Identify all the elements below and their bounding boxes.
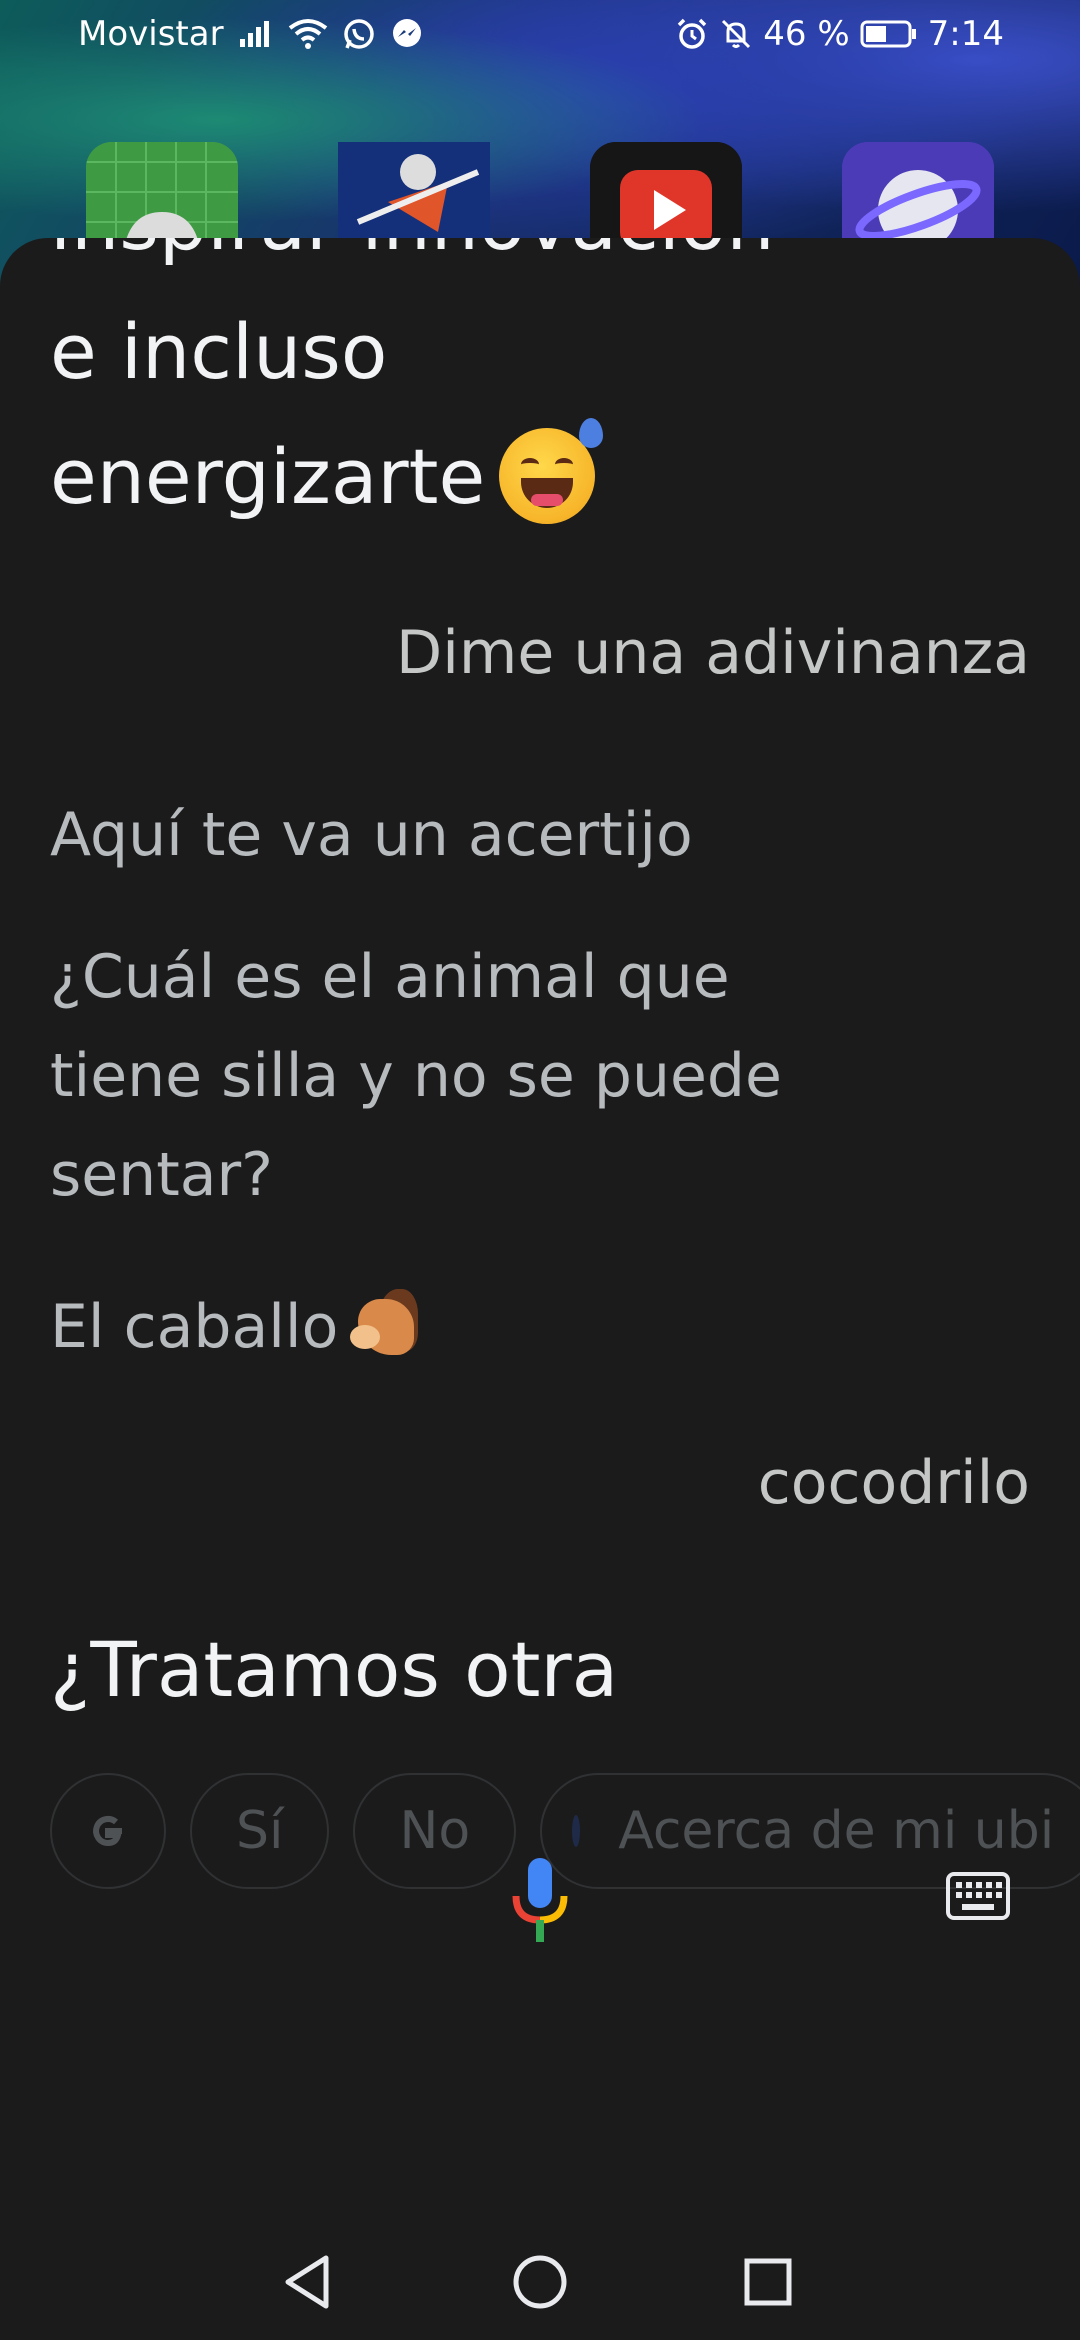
- google-icon: [93, 1816, 122, 1847]
- location-chip-label: Acerca de mi ubi: [618, 1801, 1055, 1861]
- assistant-message-line: energizarte: [50, 418, 604, 530]
- signal-icon: [238, 19, 274, 49]
- assistant-message-line: e incluso: [50, 307, 388, 396]
- assistant-riddle: ¿Cuál es el animal que tiene silla y no …: [50, 942, 782, 1210]
- whatsapp-icon: [342, 17, 376, 51]
- status-bar: Movistar 46 % 7:14: [0, 0, 1080, 72]
- battery-percent: 46 %: [763, 14, 850, 54]
- assistant-message-cutoff: inspirar innovación: [50, 238, 775, 267]
- yes-chip[interactable]: Sí: [190, 1773, 330, 1889]
- home-app-icons: [0, 142, 1080, 272]
- microphone-icon[interactable]: [512, 1858, 568, 1944]
- back-triangle-icon: [285, 2255, 329, 2309]
- carrier-name: Movistar: [78, 14, 224, 54]
- horse-emoji-icon: [348, 1285, 426, 1359]
- recents-button[interactable]: [728, 2242, 808, 2322]
- recents-square-icon: [744, 2258, 792, 2306]
- notifications-off-icon: [719, 17, 753, 51]
- no-chip[interactable]: No: [353, 1773, 517, 1889]
- assistant-followup: ¿Tratamos otra: [50, 1625, 619, 1714]
- location-dot-icon: [572, 1815, 581, 1847]
- google-search-chip[interactable]: [50, 1773, 166, 1889]
- home-circle-icon: [513, 2255, 567, 2309]
- assistant-answer: El caballo: [50, 1292, 339, 1362]
- messenger-icon: [390, 17, 424, 51]
- user-query: Dime una adivinanza: [396, 618, 1030, 688]
- assistant-sheet: inspirar innovación e incluso energizart…: [0, 238, 1080, 2340]
- navigation-bar: [0, 2222, 1080, 2340]
- user-query: cocodrilo: [757, 1448, 1030, 1518]
- battery-icon: [860, 19, 918, 49]
- clock: 7:14: [927, 14, 1004, 54]
- grinning-sweat-emoji-icon: [499, 418, 604, 524]
- keyboard-icon[interactable]: [946, 1872, 1010, 1924]
- assistant-message-text: energizarte: [50, 432, 486, 521]
- home-button[interactable]: [500, 2242, 580, 2322]
- wifi-icon: [288, 18, 328, 50]
- assistant-reply-intro: Aquí te va un acertijo: [50, 800, 693, 870]
- alarm-icon: [675, 17, 709, 51]
- back-button[interactable]: [268, 2242, 348, 2322]
- assistant-answer-line: El caballo: [50, 1278, 890, 1377]
